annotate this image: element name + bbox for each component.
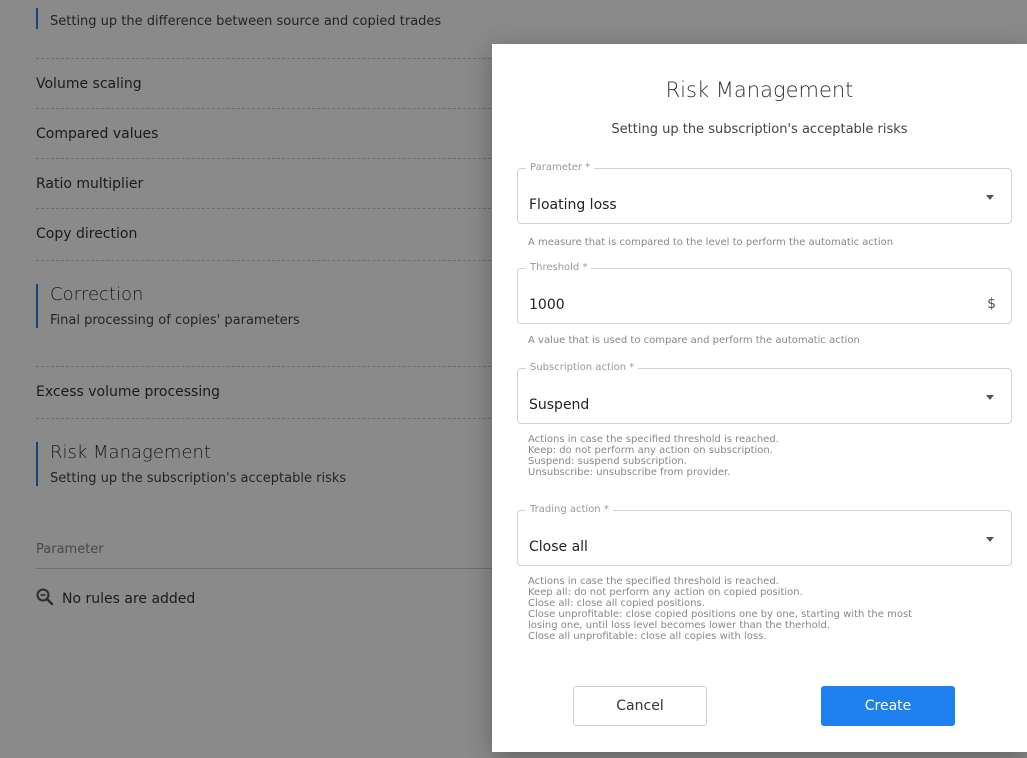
- field-value: 1000: [529, 297, 565, 313]
- currency-unit: $: [987, 296, 996, 312]
- field-value: Suspend: [529, 397, 590, 413]
- dialog-title: Risk Management: [665, 78, 854, 102]
- dropdown-arrow-icon: [986, 395, 994, 400]
- subscription-action-help: Actions in case the specified threshold …: [528, 434, 779, 478]
- field-label: Subscription action *: [526, 362, 639, 374]
- threshold-input[interactable]: Threshold * 1000 $: [517, 262, 1012, 324]
- dropdown-arrow-icon: [986, 537, 994, 542]
- field-label: Parameter *: [526, 162, 595, 174]
- create-button[interactable]: Create: [821, 686, 955, 726]
- trading-action-select[interactable]: Trading action * Close all: [517, 504, 1012, 566]
- field-label: Threshold *: [526, 262, 592, 274]
- threshold-help: A value that is used to compare and perf…: [528, 335, 860, 346]
- field-value: Floating loss: [529, 197, 617, 213]
- parameter-help: A measure that is compared to the level …: [528, 237, 894, 248]
- trading-action-help: Actions in case the specified threshold …: [528, 576, 913, 642]
- dropdown-arrow-icon: [986, 195, 994, 200]
- field-value: Close all: [529, 539, 588, 555]
- parameter-select[interactable]: Parameter * Floating loss: [517, 162, 1012, 224]
- field-label: Trading action *: [526, 504, 613, 516]
- subscription-action-select[interactable]: Subscription action * Suspend: [517, 362, 1012, 424]
- dialog-subtitle: Setting up the subscription's acceptable…: [611, 122, 908, 137]
- cancel-button[interactable]: Cancel: [573, 686, 707, 726]
- risk-management-dialog: Risk Management Setting up the subscript…: [492, 44, 1027, 752]
